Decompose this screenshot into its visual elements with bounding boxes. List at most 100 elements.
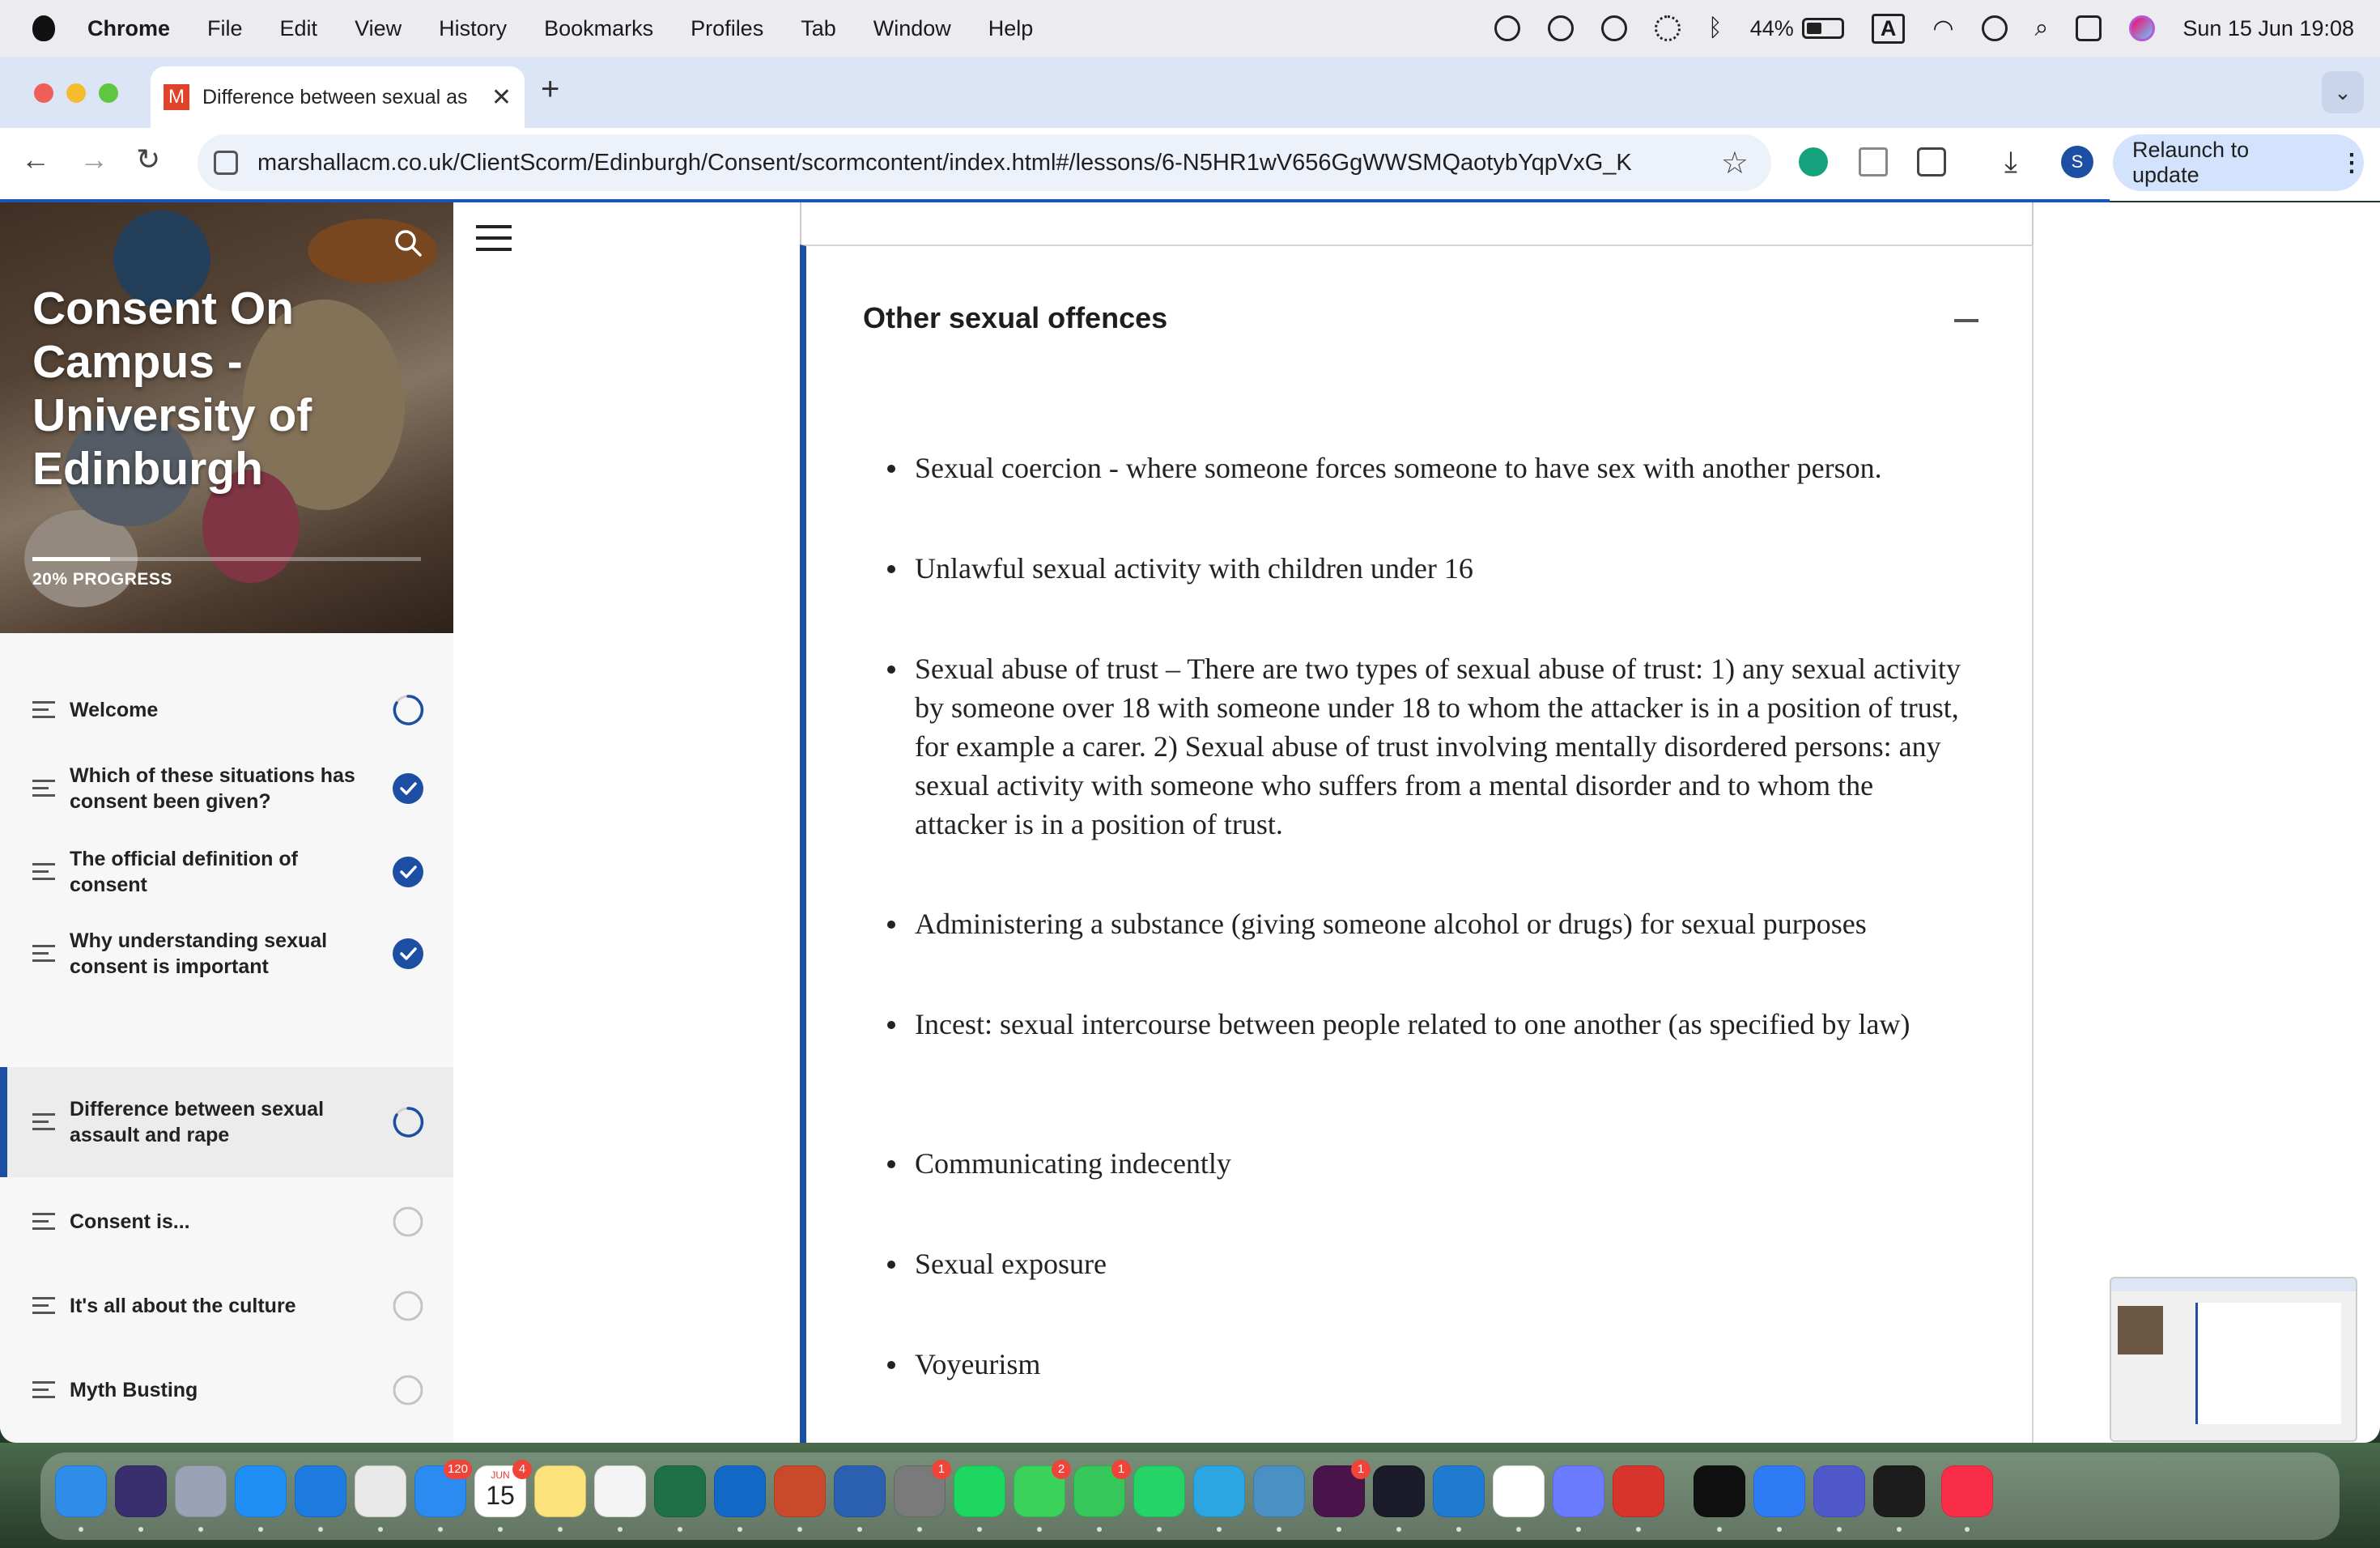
- time-machine-icon[interactable]: [1981, 15, 2008, 41]
- menu-file[interactable]: File: [207, 16, 243, 41]
- loading-status-icon[interactable]: [1654, 15, 1681, 41]
- more-menu-icon[interactable]: ⋮: [2340, 149, 2364, 177]
- back-button[interactable]: ←: [21, 142, 50, 176]
- safari-icon[interactable]: [295, 1465, 346, 1517]
- messages-icon[interactable]: 2: [1014, 1460, 1071, 1517]
- launchpad-icon[interactable]: [175, 1465, 227, 1517]
- dock-running-dot: [1965, 1527, 1970, 1532]
- excel-icon[interactable]: [654, 1465, 706, 1517]
- calendar-icon[interactable]: JUN 15 4: [474, 1460, 532, 1517]
- mail-icon[interactable]: 120: [414, 1460, 472, 1517]
- menubar-clock[interactable]: Sun 15 Jun 19:08: [2182, 16, 2354, 41]
- activity-monitor-icon[interactable]: [1873, 1465, 1925, 1517]
- site-info-icon[interactable]: [214, 151, 238, 175]
- menu-bookmarks[interactable]: Bookmarks: [544, 16, 653, 41]
- zotero-icon[interactable]: [1613, 1465, 1664, 1517]
- dock-running-dot: [1277, 1527, 1281, 1532]
- bullet-item: Sexual coercion - where someone forces s…: [887, 449, 1972, 487]
- menu-history[interactable]: History: [439, 16, 507, 41]
- preview-icon[interactable]: [1253, 1465, 1305, 1517]
- word-icon[interactable]: [834, 1465, 886, 1517]
- accordion-title[interactable]: Other sexual offences: [863, 301, 1167, 335]
- reload-button[interactable]: ↻: [136, 142, 160, 176]
- lesson-label: Difference between sexual assault and ra…: [70, 1098, 325, 1146]
- siri-status-icon[interactable]: [2129, 15, 2156, 41]
- menu-help[interactable]: Help: [988, 16, 1034, 41]
- downloads-icon[interactable]: ⤓: [2004, 147, 2034, 176]
- whatsapp-icon[interactable]: [1133, 1465, 1185, 1517]
- relaunch-to-update-button[interactable]: Relaunch to update ⋮: [2113, 134, 2364, 191]
- play-status-icon[interactable]: [1600, 15, 1627, 41]
- input-source-indicator[interactable]: A: [1871, 13, 1906, 44]
- forward-button[interactable]: →: [79, 142, 108, 176]
- bullet-item: Communicating indecently: [887, 1144, 1972, 1183]
- bullet-item: Incest: sexual intercourse between peopl…: [887, 1005, 1972, 1044]
- outlook-icon[interactable]: [714, 1465, 766, 1517]
- system-settings-icon[interactable]: 1: [894, 1460, 951, 1517]
- window-close-button[interactable]: [34, 83, 53, 103]
- lesson-item-difference-assault-rape[interactable]: Difference between sexual assault and ra…: [0, 1067, 453, 1177]
- focus-status-icon[interactable]: [1494, 15, 1520, 41]
- collapse-minus-icon[interactable]: [1954, 319, 1978, 322]
- new-tab-button[interactable]: +: [541, 71, 559, 108]
- previous-block-edge: [800, 202, 2034, 246]
- lesson-item-situations-consent[interactable]: Which of these situations has consent be…: [0, 748, 453, 829]
- tab-search-chevron-icon[interactable]: ⌄: [2322, 71, 2364, 113]
- battery-indicator[interactable]: 44%: [1750, 16, 1844, 41]
- extensions-puzzle-icon[interactable]: [1917, 147, 1946, 176]
- spotlight-search-icon[interactable]: ⌕: [2035, 15, 2049, 42]
- reading-mode-icon[interactable]: [1859, 147, 1888, 176]
- menu-tab[interactable]: Tab: [801, 16, 836, 41]
- menu-edit[interactable]: Edit: [280, 16, 318, 41]
- bookmark-star-icon[interactable]: ☆: [1721, 145, 1749, 181]
- music-icon[interactable]: [1941, 1465, 1993, 1517]
- chatgpt-status-icon[interactable]: [1547, 15, 1574, 41]
- lesson-item-consent-is[interactable]: Consent is...: [0, 1192, 453, 1252]
- bluetooth-icon[interactable]: ᛒ: [1708, 15, 1723, 42]
- cursor-icon[interactable]: [1373, 1465, 1425, 1517]
- teams-icon[interactable]: [1813, 1465, 1865, 1517]
- menu-app-name[interactable]: Chrome: [87, 16, 170, 41]
- app-store-icon[interactable]: [235, 1465, 287, 1517]
- tab-close-icon[interactable]: ✕: [491, 83, 512, 112]
- window-minimize-button[interactable]: [66, 83, 86, 103]
- notion-icon[interactable]: [1493, 1465, 1545, 1517]
- window-zoom-button[interactable]: [99, 83, 118, 103]
- siri-icon[interactable]: [115, 1465, 167, 1517]
- address-bar[interactable]: marshallacm.co.uk/ClientScorm/Edinburgh/…: [198, 134, 1771, 191]
- vscode-icon[interactable]: [1433, 1465, 1485, 1517]
- menu-view[interactable]: View: [355, 16, 402, 41]
- notes-icon[interactable]: [534, 1465, 586, 1517]
- address-bar-url[interactable]: marshallacm.co.uk/ClientScorm/Edinburgh/…: [257, 150, 1721, 176]
- browser-tab-active[interactable]: M Difference between sexual as ✕: [151, 66, 525, 128]
- spotify-icon[interactable]: [954, 1465, 1005, 1517]
- menu-profiles[interactable]: Profiles: [691, 16, 763, 41]
- photos-icon[interactable]: [594, 1465, 646, 1517]
- menu-window[interactable]: Window: [873, 16, 951, 41]
- lesson-complete-icon: [393, 938, 423, 969]
- lesson-item-official-definition[interactable]: The official definition of consent: [0, 842, 453, 902]
- chrome-icon[interactable]: [355, 1465, 406, 1517]
- bullet-item: Voyeurism: [887, 1345, 1972, 1384]
- lesson-item-myth-busting[interactable]: Myth Busting: [0, 1360, 453, 1420]
- profile-avatar[interactable]: S: [2061, 146, 2093, 178]
- wifi-icon[interactable]: ◠: [1932, 15, 1953, 43]
- finder-icon[interactable]: [55, 1465, 107, 1517]
- facetime-icon[interactable]: 1: [1073, 1460, 1131, 1517]
- apple-menu-icon[interactable]: [32, 15, 55, 41]
- arc-icon[interactable]: [1553, 1465, 1604, 1517]
- powerpoint-icon[interactable]: [774, 1465, 826, 1517]
- slack-icon[interactable]: 1: [1313, 1460, 1371, 1517]
- screenshot-thumbnail-preview[interactable]: [2110, 1277, 2357, 1442]
- lesson-item-why-understanding[interactable]: Why understanding sexual consent is impo…: [0, 913, 453, 994]
- control-center-icon[interactable]: [2076, 15, 2102, 41]
- dock-running-dot: [1217, 1527, 1222, 1532]
- search-icon[interactable]: [392, 227, 424, 259]
- keynote-icon[interactable]: [1753, 1465, 1805, 1517]
- lesson-item-welcome[interactable]: Welcome: [0, 680, 453, 740]
- grammarly-extension-icon[interactable]: [1799, 147, 1828, 176]
- telegram-icon[interactable]: [1193, 1465, 1245, 1517]
- chatgpt-icon[interactable]: [1694, 1465, 1745, 1517]
- hamburger-menu-icon[interactable]: [476, 225, 512, 251]
- lesson-item-culture[interactable]: It's all about the culture: [0, 1276, 453, 1336]
